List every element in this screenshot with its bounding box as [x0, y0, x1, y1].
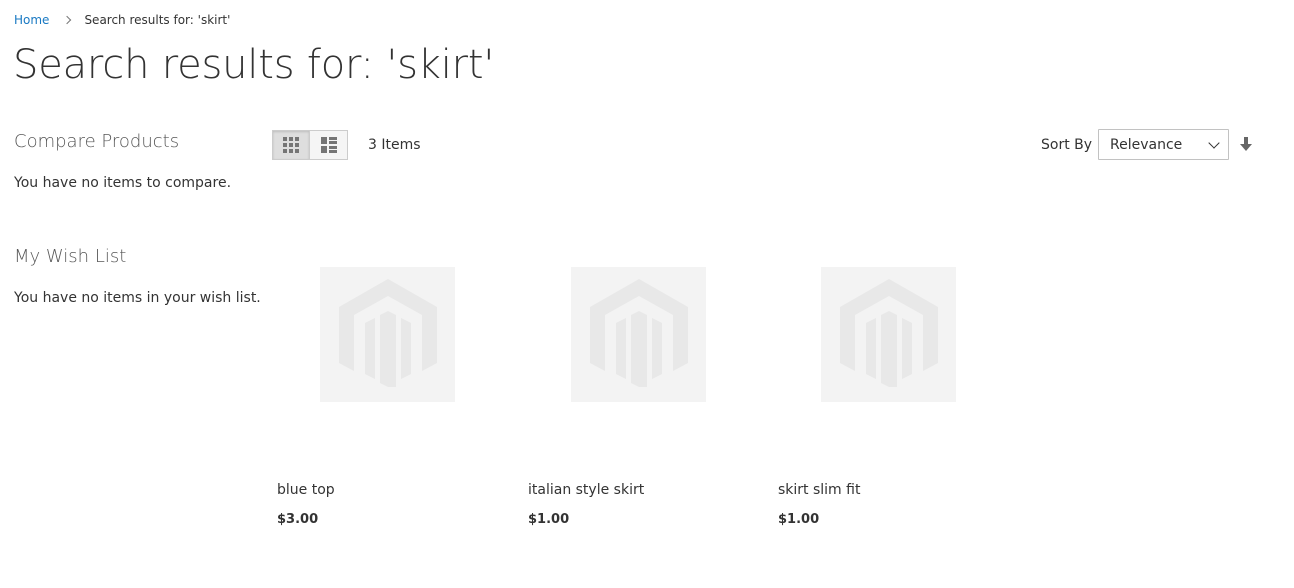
compare-products-title: Compare Products	[14, 131, 180, 152]
grid-view-button[interactable]	[272, 130, 310, 160]
sort-by-select[interactable]: Relevance	[1098, 129, 1229, 160]
product-name-link[interactable]: italian style skirt	[528, 482, 644, 498]
wishlist-empty-message: You have no items in your wish list.	[14, 290, 261, 306]
breadcrumb-current: Search results for: 'skirt'	[84, 13, 231, 27]
list-view-button[interactable]	[310, 130, 348, 160]
magento-placeholder-icon	[589, 278, 688, 387]
breadcrumb-home-link[interactable]: Home	[14, 13, 49, 27]
product-name-link[interactable]: skirt slim fit	[778, 482, 860, 498]
product-image[interactable]	[821, 267, 956, 402]
product-image[interactable]	[571, 267, 706, 402]
sort-direction-arrow-down-icon[interactable]	[1238, 136, 1254, 152]
view-mode-switcher	[272, 130, 348, 160]
product-price: $3.00	[277, 512, 319, 527]
magento-placeholder-icon	[839, 278, 938, 387]
product-price: $1.00	[528, 512, 570, 527]
breadcrumb: Home Search results for: 'skirt'	[14, 13, 230, 27]
chevron-right-icon	[64, 13, 72, 27]
toolbar-item-count: 3 Items	[368, 137, 421, 153]
magento-placeholder-icon	[338, 278, 437, 387]
chevron-down-icon	[1208, 137, 1220, 149]
product-image[interactable]	[320, 267, 455, 402]
product-price: $1.00	[778, 512, 820, 527]
product-name-link[interactable]: blue top	[277, 482, 335, 498]
grid-icon	[283, 137, 299, 153]
list-icon	[320, 137, 337, 153]
page-title: Search results for: 'skirt'	[13, 42, 495, 88]
wishlist-title: My Wish List	[14, 246, 127, 267]
sort-by-value: Relevance	[1110, 137, 1183, 153]
sort-by-label: Sort By	[1041, 137, 1093, 153]
compare-empty-message: You have no items to compare.	[14, 175, 232, 191]
